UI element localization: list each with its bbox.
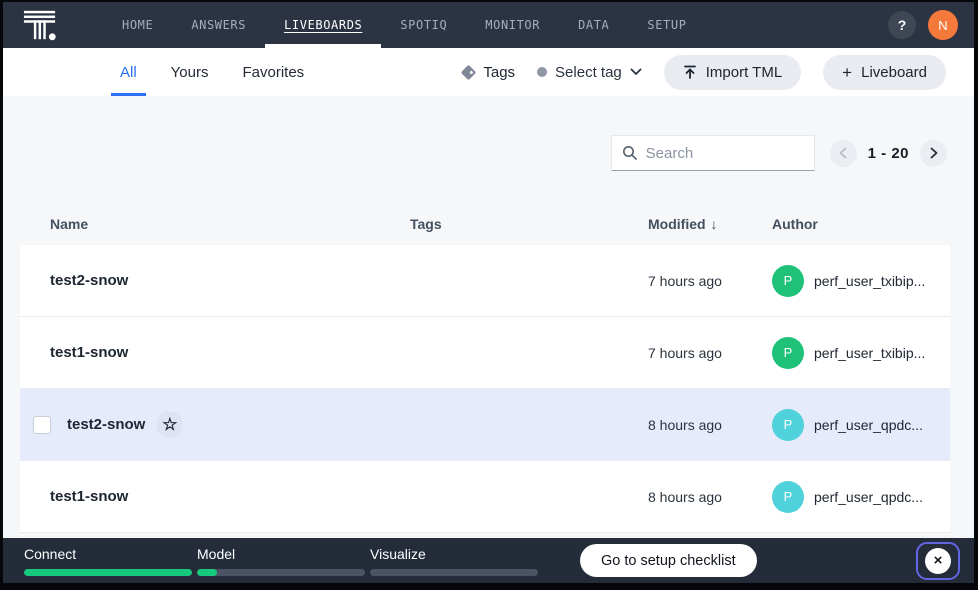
tags-filter[interactable]: Tags xyxy=(463,64,515,81)
plus-icon: + xyxy=(842,64,852,81)
filter-tabs: All Yours Favorites xyxy=(103,48,321,96)
tag-icon xyxy=(461,64,477,80)
author-avatar: P xyxy=(772,409,804,441)
search-input[interactable] xyxy=(646,145,796,162)
page-next-button[interactable] xyxy=(920,140,947,167)
sort-desc-icon: ↓ xyxy=(711,216,718,232)
liveboard-modified: 8 hours ago xyxy=(648,417,772,433)
new-liveboard-button[interactable]: + Liveboard xyxy=(823,55,946,90)
tab-yours[interactable]: Yours xyxy=(154,48,226,96)
chevron-left-icon xyxy=(839,147,847,159)
chevron-down-icon xyxy=(630,68,642,76)
onboarding-step-model: Model xyxy=(197,546,365,576)
step-label: Connect xyxy=(24,546,192,562)
tab-favorites[interactable]: Favorites xyxy=(225,48,321,96)
progress-fill xyxy=(24,569,192,576)
liveboard-name[interactable]: test2-snow ☆ xyxy=(67,411,410,438)
liveboard-modified: 8 hours ago xyxy=(648,489,772,505)
liveboard-name[interactable]: test1-snow xyxy=(50,488,410,505)
column-header-author[interactable]: Author xyxy=(772,216,950,232)
tags-label: Tags xyxy=(483,64,515,81)
import-icon xyxy=(683,65,697,79)
table-row[interactable]: test1-snow 8 hours ago P perf_user_qpdc.… xyxy=(20,461,950,533)
step-label: Visualize xyxy=(370,546,538,562)
onboarding-step-visualize: Visualize xyxy=(370,546,538,576)
nav-item-answers[interactable]: ANSWERS xyxy=(172,2,265,48)
import-tml-button[interactable]: Import TML xyxy=(664,55,801,90)
select-tag-label: Select tag xyxy=(555,64,622,81)
liveboard-author: P perf_user_qpdc... xyxy=(772,481,950,513)
progress-track xyxy=(24,569,192,576)
import-tml-label: Import TML xyxy=(706,64,782,81)
liveboard-modified: 7 hours ago xyxy=(648,345,772,361)
author-avatar: P xyxy=(772,481,804,513)
nav-item-setup[interactable]: SETUP xyxy=(628,2,705,48)
author-avatar: P xyxy=(772,265,804,297)
nav-item-spotiq[interactable]: SPOTIQ xyxy=(381,2,466,48)
top-nav-right: ? N xyxy=(888,10,974,40)
liveboards-content: 1 - 20 Name Tags Modified ↓ Author te xyxy=(3,96,974,538)
liveboards-page: HOME ANSWERS LIVEBOARDS SPOTIQ MONITOR D… xyxy=(3,2,974,583)
nav-item-monitor[interactable]: MONITOR xyxy=(466,2,559,48)
progress-track xyxy=(370,569,538,576)
search-box xyxy=(611,135,815,171)
liveboard-name-label: test2-snow xyxy=(67,416,145,433)
setup-checklist-button[interactable]: Go to setup checklist xyxy=(580,544,757,577)
table-row[interactable]: test2-snow 7 hours ago P perf_user_txibi… xyxy=(20,245,950,317)
search-icon xyxy=(622,145,638,161)
author-name: perf_user_qpdc... xyxy=(814,417,923,433)
table-row-selected[interactable]: test2-snow ☆ 8 hours ago P perf_user_qpd… xyxy=(20,389,950,461)
chevron-right-icon xyxy=(930,147,938,159)
progress-fill xyxy=(197,569,217,576)
column-header-tags[interactable]: Tags xyxy=(410,216,648,232)
nav-item-data[interactable]: DATA xyxy=(559,2,628,48)
step-label: Model xyxy=(197,546,365,562)
page-range: 1 - 20 xyxy=(868,145,909,162)
liveboard-author: P perf_user_qpdc... xyxy=(772,409,950,441)
help-button[interactable]: ? xyxy=(888,11,916,39)
column-header-name[interactable]: Name xyxy=(50,216,410,232)
new-liveboard-label: Liveboard xyxy=(861,64,927,81)
table-row[interactable]: test1-snow 7 hours ago P perf_user_txibi… xyxy=(20,317,950,389)
onboarding-bar: Connect Model Visualize Go to setup chec… xyxy=(3,538,974,583)
progress-track xyxy=(197,569,365,576)
author-name: perf_user_txibip... xyxy=(814,273,925,289)
pagination: 1 - 20 xyxy=(830,140,947,167)
nav-item-home[interactable]: HOME xyxy=(103,2,172,48)
author-avatar: P xyxy=(772,337,804,369)
column-header-modified[interactable]: Modified ↓ xyxy=(648,216,772,232)
select-tag-dropdown[interactable]: Select tag xyxy=(537,64,642,81)
liveboards-table: Name Tags Modified ↓ Author test2-snow 7… xyxy=(20,203,950,533)
page-prev-button[interactable] xyxy=(830,140,857,167)
list-controls: 1 - 20 xyxy=(3,135,974,171)
liveboard-author: P perf_user_txibip... xyxy=(772,265,950,297)
close-onboarding-button[interactable]: × xyxy=(916,542,960,580)
liveboard-modified: 7 hours ago xyxy=(648,273,772,289)
favorite-star-button[interactable]: ☆ xyxy=(156,411,183,438)
tag-dot-icon xyxy=(537,67,547,77)
liveboard-name[interactable]: test1-snow xyxy=(50,344,410,361)
modified-label: Modified xyxy=(648,216,706,232)
star-icon: ☆ xyxy=(162,416,177,433)
tab-all[interactable]: All xyxy=(103,48,154,96)
author-name: perf_user_qpdc... xyxy=(814,489,923,505)
liveboard-author: P perf_user_txibip... xyxy=(772,337,950,369)
nav-items: HOME ANSWERS LIVEBOARDS SPOTIQ MONITOR D… xyxy=(103,2,706,48)
top-nav: HOME ANSWERS LIVEBOARDS SPOTIQ MONITOR D… xyxy=(3,2,974,48)
row-checkbox[interactable] xyxy=(33,416,51,434)
nav-item-liveboards[interactable]: LIVEBOARDS xyxy=(265,2,381,48)
close-icon: × xyxy=(925,548,951,574)
app-window: HOME ANSWERS LIVEBOARDS SPOTIQ MONITOR D… xyxy=(0,0,978,590)
filter-toolbar: All Yours Favorites Tags Select tag xyxy=(3,48,974,96)
user-avatar[interactable]: N xyxy=(928,10,958,40)
onboarding-step-connect: Connect xyxy=(24,546,192,576)
liveboard-name[interactable]: test2-snow xyxy=(50,272,410,289)
author-name: perf_user_txibip... xyxy=(814,345,925,361)
table-header: Name Tags Modified ↓ Author xyxy=(20,203,950,245)
thoughtspot-logo-icon[interactable] xyxy=(23,8,61,42)
toolbar-actions: Tags Select tag Import TML + Liveboar xyxy=(463,55,974,90)
